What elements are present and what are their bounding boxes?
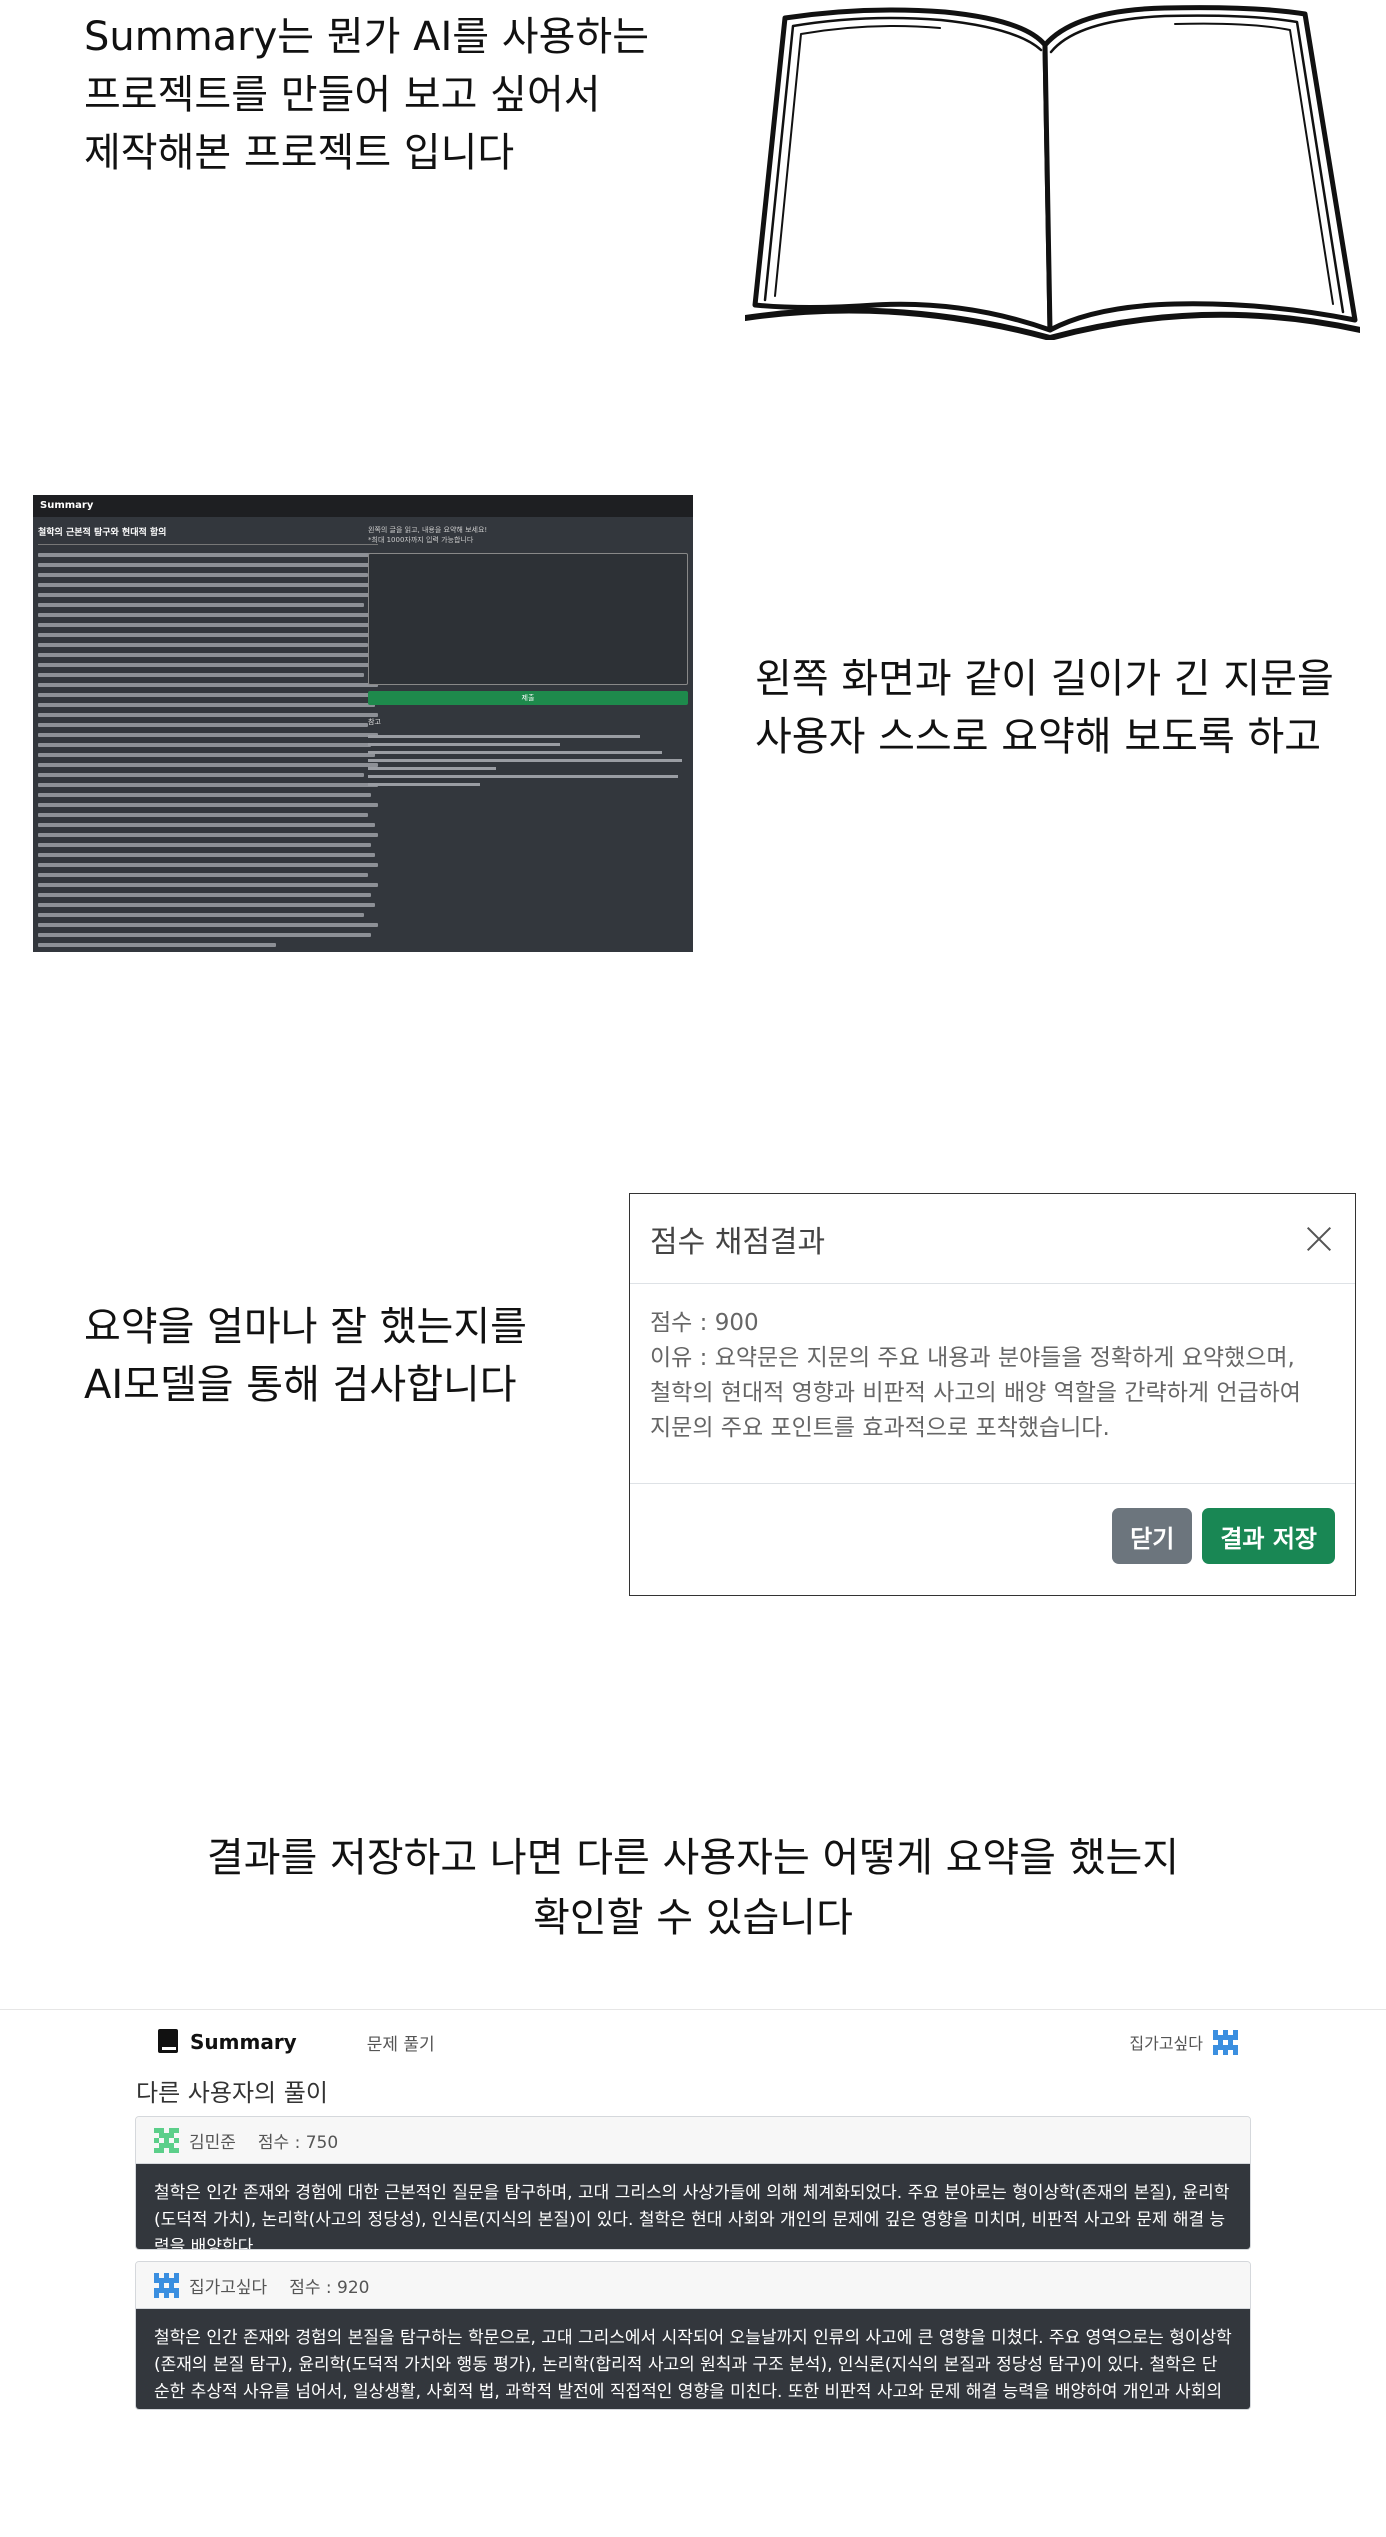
divider: [0, 2009, 1386, 2010]
modal-footer: 닫기 결과 저장: [630, 1484, 1355, 1588]
user-menu[interactable]: 집가고싶다: [1129, 2029, 1238, 2055]
user-avatar-icon: [154, 2127, 179, 2153]
solution-card-header: 김민준 점수 : 750: [136, 2117, 1250, 2164]
score-result-modal: 점수 채점결과 점수 : 900 이유 : 요약문은 지문의 주요 내용과 분야…: [629, 1193, 1356, 1596]
modal-title: 점수 채점결과: [650, 1224, 826, 1260]
explain3-line-1: 요약을 얼마나 잘 했는지를: [84, 1304, 527, 1350]
explain-summary-step: 왼쪽 화면과 같이 길이가 긴 지문을 사용자 스스로 요약해 보도록 하고: [755, 650, 1375, 766]
user-avatar-icon: [1213, 2029, 1238, 2055]
section-title: 다른 사용자의 풀이: [136, 2079, 328, 2107]
reason-line-2: 철학의 현대적 영향과 비판적 사고의 배양 역할을 간략하게 언급하여: [650, 1380, 1301, 1406]
solution-user: 김민준: [189, 2132, 236, 2153]
explain2-line-2: 사용자 스스로 요약해 보도록 하고: [755, 714, 1322, 760]
user-avatar-icon: [154, 2272, 179, 2298]
book-icon: [158, 2029, 180, 2055]
explain3-line-2: AI모델을 통해 검사합니다: [84, 1362, 517, 1408]
explain-grading-step: 요약을 얼마나 잘 했는지를 AI모델을 통해 검사합니다: [84, 1298, 644, 1414]
intro-text: Summary는 뭔가 AI를 사용하는 프로젝트를 만들어 보고 싶어서 제작…: [84, 8, 704, 182]
solution-score: 점수 : 750: [257, 2132, 339, 2153]
mini-reference-title: 참고: [368, 718, 381, 726]
mini-instruction-2: *최대 1000자까지 입력 가능합니다: [368, 536, 474, 544]
intro-line-1: Summary는 뭔가 AI를 사용하는: [84, 14, 650, 60]
username-label: 집가고싶다: [1129, 2034, 1203, 2053]
explain4-line-2: 확인할 수 있습니다: [533, 1895, 853, 1941]
app-navbar: Summary 문제 풀기 집가고싶다: [158, 2023, 1238, 2061]
explain-sharing-step: 결과를 저장하고 나면 다른 사용자는 어떻게 요약을 했는지 확인할 수 있습…: [0, 1828, 1386, 1948]
brand-link[interactable]: Summary: [190, 2030, 297, 2054]
intro-line-3: 제작해본 프로젝트 입니다: [84, 130, 515, 176]
mini-reference-list: [368, 735, 688, 786]
solution-card: 집가고싶다 점수 : 920 철학은 인간 존재와 경험의 본질을 탐구하는 학…: [135, 2261, 1251, 2410]
reason-line-3: 지문의 주요 포인트를 효과적으로 포착했습니다.: [650, 1415, 1110, 1441]
solution-user: 집가고싶다: [189, 2277, 268, 2298]
modal-body: 점수 : 900 이유 : 요약문은 지문의 주요 내용과 분야들을 정확하게 …: [630, 1284, 1355, 1484]
mini-passage: 철학의 근본적 탐구와 현대적 함의: [38, 525, 378, 947]
mini-summary-panel: 왼쪽의 글을 읽고, 내용을 요약해 보세요! *최대 1000자까지 입력 가…: [368, 525, 688, 786]
score-text: 점수 : 900: [650, 1310, 759, 1336]
save-result-button[interactable]: 결과 저장: [1202, 1508, 1335, 1564]
intro-line-2: 프로젝트를 만들어 보고 싶어서: [84, 72, 601, 118]
app-screenshot-summary-editor: Summary 철학의 근본적 탐구와 현대적 함의 왼쪽의 글을 읽고, 내용…: [33, 495, 693, 952]
explain2-line-1: 왼쪽 화면과 같이 길이가 긴 지문을: [755, 656, 1334, 702]
modal-header: 점수 채점결과: [630, 1194, 1355, 1284]
close-button[interactable]: 닫기: [1112, 1508, 1193, 1564]
close-icon[interactable]: [1301, 1221, 1337, 1257]
mini-passage-text: [38, 553, 378, 947]
solution-text: 철학은 인간 존재와 경험의 본질을 탐구하는 학문으로, 고대 그리스에서 시…: [136, 2309, 1250, 2409]
nav-solve-problem[interactable]: 문제 풀기: [367, 2030, 435, 2055]
mini-instruction-1: 왼쪽의 글을 읽고, 내용을 요약해 보세요!: [368, 526, 488, 534]
mini-summary-textarea: [368, 553, 688, 685]
mini-passage-title: 철학의 근본적 탐구와 현대적 함의: [38, 525, 378, 545]
solution-score: 점수 : 920: [289, 2277, 370, 2298]
solution-card: 김민준 점수 : 750 철학은 인간 존재와 경험에 대한 근본적인 질문을 …: [135, 2116, 1251, 2250]
explain4-line-1: 결과를 저장하고 나면 다른 사용자는 어떻게 요약을 했는지: [206, 1835, 1180, 1881]
solution-card-header: 집가고싶다 점수 : 920: [136, 2262, 1250, 2309]
open-book-illustration: [745, 5, 1360, 340]
mini-navbar: Summary: [33, 495, 693, 517]
solution-text: 철학은 인간 존재와 경험에 대한 근본적인 질문을 탐구하며, 고대 그리스의…: [136, 2164, 1250, 2249]
reason-line-1: 이유 : 요약문은 지문의 주요 내용과 분야들을 정확하게 요약했으며,: [650, 1345, 1295, 1371]
mini-submit-button: 제출: [368, 691, 688, 705]
